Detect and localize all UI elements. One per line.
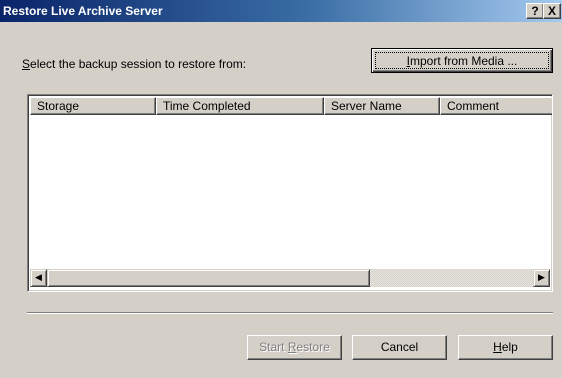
select-session-text: elect the backup session to restore from… [30,57,247,71]
start-restore-button[interactable]: Start Restore [247,335,342,360]
list-header: Storage Time Completed Server Name Comme… [30,97,552,115]
help-button[interactable]: Help [458,335,553,360]
separator-line [27,312,553,314]
select-session-label: Select the backup session to restore fro… [22,57,246,71]
start-restore-post: estore [296,340,330,354]
cancel-button[interactable]: Cancel [352,335,447,360]
column-header-server-name[interactable]: Server Name [324,97,440,115]
help-question-icon[interactable]: ? [526,3,544,19]
backup-session-list[interactable]: Storage Time Completed Server Name Comme… [27,94,553,292]
help-label: elp [501,340,518,354]
column-header-storage[interactable]: Storage [30,97,156,115]
scroll-left-arrow-icon[interactable]: ◀ [30,269,47,287]
scroll-right-glyph: ▶ [538,272,545,282]
help-question-glyph: ? [531,4,539,18]
help-accel: H [493,340,502,354]
column-header-comment[interactable]: Comment [440,97,552,115]
column-header-time-completed[interactable]: Time Completed [156,97,324,115]
import-label: mport from Media ... [409,54,518,68]
close-icon[interactable]: X [543,3,561,19]
cancel-label: Cancel [380,340,419,354]
start-restore-pre: Start [259,340,288,354]
start-restore-accel: R [287,340,297,354]
select-session-accel: S [22,57,31,71]
scroll-right-arrow-icon[interactable]: ▶ [533,269,550,287]
horizontal-scrollbar[interactable]: ◀ ▶ [30,269,550,287]
scroll-left-glyph: ◀ [35,272,42,282]
title-bar[interactable]: Restore Live Archive Server ? X [0,0,562,22]
restore-dialog: Restore Live Archive Server ? X Select t… [0,0,562,378]
scrollbar-thumb[interactable] [47,269,370,287]
focus-rect: Import from Media ... [375,52,549,69]
import-from-media-button[interactable]: Import from Media ... [371,48,553,73]
close-glyph: X [547,4,556,18]
window-title: Restore Live Archive Server [3,4,163,18]
